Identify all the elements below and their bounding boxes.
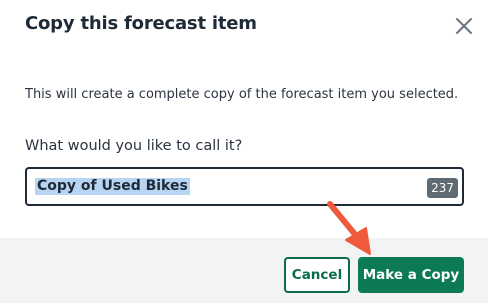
make-a-copy-button[interactable]: Make a Copy xyxy=(358,257,464,293)
close-icon[interactable] xyxy=(452,14,476,38)
name-input[interactable]: Copy of Used Bikes 237 xyxy=(25,167,464,206)
annotation-arrow-icon xyxy=(327,201,371,255)
dialog-description: This will create a complete copy of the … xyxy=(25,87,459,102)
copy-forecast-dialog: Copy this forecast item This will create… xyxy=(0,0,488,303)
dialog-footer: Cancel Make a Copy xyxy=(0,238,488,303)
char-counter-badge: 237 xyxy=(427,178,458,198)
cancel-button[interactable]: Cancel xyxy=(284,257,350,293)
dialog-title: Copy this forecast item xyxy=(25,13,257,34)
name-field-label: What would you like to call it? xyxy=(25,138,243,154)
name-input-value[interactable]: Copy of Used Bikes xyxy=(35,178,190,195)
